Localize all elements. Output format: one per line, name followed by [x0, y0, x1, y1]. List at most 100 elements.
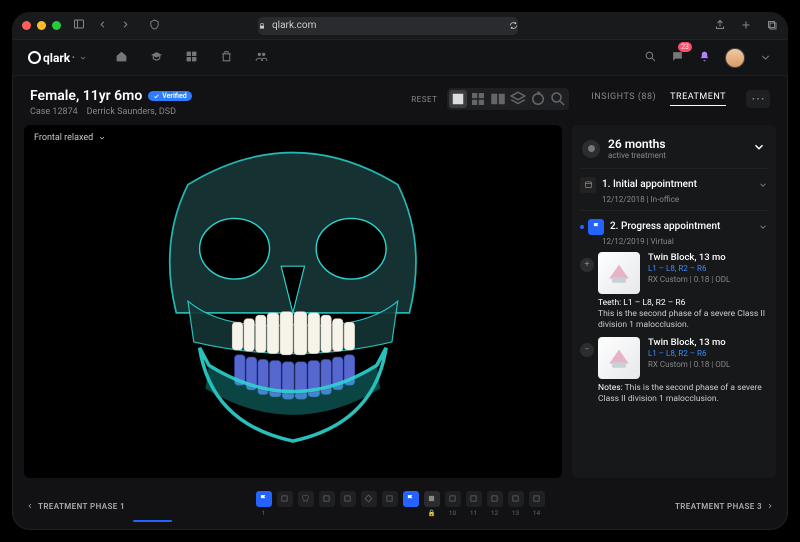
appointment-1[interactable]: 1. Initial appointment 12/12/2018 | In-o… [580, 168, 768, 210]
device-title: Twin Block, 13 mo [648, 252, 768, 263]
check-icon [153, 93, 160, 100]
tab-insights[interactable]: INSIGHTS (88) [591, 92, 656, 106]
logo-text: qlark [43, 51, 70, 65]
forward-icon[interactable] [120, 19, 131, 33]
new-tab-icon[interactable] [740, 16, 752, 35]
patient-header: Female, 11yr 6mo Verified Case 12874 Der… [12, 76, 788, 125]
trash-icon[interactable] [220, 48, 233, 67]
tl-step-icon[interactable] [340, 491, 356, 507]
appt-title: 1. Initial appointment [602, 179, 697, 190]
people-icon[interactable] [255, 48, 268, 67]
device-thumb [598, 252, 640, 294]
appointment-2[interactable]: 2. Progress appointment 12/12/2019 | Vir… [580, 210, 768, 417]
chevron-down-icon [79, 54, 87, 62]
doctor-name: Derrick Saunders, DSD [87, 107, 176, 117]
tl-step-icon[interactable] [382, 491, 398, 507]
shield-icon[interactable] [149, 19, 160, 33]
tl-step-diamond-icon[interactable] [361, 491, 377, 507]
appt-title: 2. Progress appointment [610, 221, 720, 232]
lock-icon [258, 22, 266, 30]
chevron-down-icon[interactable] [758, 175, 768, 194]
timeline-steps [256, 491, 545, 507]
device-title: Twin Block, 13 mo [648, 337, 768, 348]
url-text: qlark.com [272, 20, 316, 31]
device-range[interactable]: L1 – L8, R2 – R6 [648, 349, 768, 358]
3d-viewer[interactable]: Frontal relaxed [24, 125, 562, 478]
home-icon[interactable] [115, 48, 128, 67]
tl-step-icon[interactable] [529, 491, 545, 507]
tl-step-icon[interactable] [445, 491, 461, 507]
device-thumb [598, 337, 640, 379]
device-notes: This is the second phase of a severe Cla… [598, 383, 762, 404]
treatment-duration: 26 months [608, 137, 666, 151]
status-dot-icon [582, 140, 600, 158]
bell-icon[interactable] [698, 48, 711, 67]
verified-badge: Verified [148, 91, 191, 101]
tabs-icon[interactable] [766, 16, 778, 35]
url-bar[interactable]: qlark.com [258, 17, 518, 35]
sidebar-toggle-icon[interactable] [73, 18, 85, 33]
notes-label: Notes: [598, 383, 623, 393]
minimize-window-icon[interactable] [37, 21, 46, 30]
chat-icon[interactable] [671, 48, 684, 67]
maximize-window-icon[interactable] [52, 21, 61, 30]
tl-step-tooth-icon[interactable] [298, 491, 314, 507]
back-icon[interactable] [97, 19, 108, 33]
appt-sub: 12/12/2019 | Virtual [602, 237, 768, 246]
tl-step-current-icon[interactable] [424, 491, 440, 507]
skull-render [24, 125, 562, 478]
view-zoom-icon[interactable] [549, 90, 567, 108]
remove-icon[interactable]: − [580, 343, 594, 357]
grid-icon[interactable] [185, 48, 198, 67]
view-grid-icon[interactable] [469, 90, 487, 108]
close-window-icon[interactable] [22, 21, 31, 30]
expand-icon[interactable] [752, 139, 766, 158]
add-icon[interactable]: + [580, 258, 594, 272]
avatar[interactable] [725, 48, 745, 68]
tl-step-flag-icon[interactable] [403, 491, 419, 507]
refresh-icon[interactable] [509, 21, 518, 30]
browser-chrome: qlark.com [12, 12, 788, 40]
prev-phase-button[interactable]: TREATMENT PHASE 1 [26, 502, 125, 511]
device-card[interactable]: + Twin Block, 13 mo L1 – L8, R2 – R6 RX … [598, 252, 768, 294]
search-icon[interactable] [644, 48, 657, 67]
patient-title: Female, 11yr 6mo [30, 88, 142, 104]
view-rotate-icon[interactable] [529, 90, 547, 108]
tl-step-icon[interactable] [319, 491, 335, 507]
tl-step-icon[interactable] [508, 491, 524, 507]
app-topnav: qlark• [12, 40, 788, 76]
tl-step-icon[interactable] [487, 491, 503, 507]
device-desc: This is the second phase of a severe Cla… [598, 309, 765, 330]
logo-mark-icon [28, 51, 41, 64]
tab-treatment[interactable]: TREATMENT [670, 92, 726, 106]
device-range[interactable]: L1 – L8, R2 – R6 [648, 264, 768, 273]
tl-step-flag-icon[interactable] [256, 491, 272, 507]
chevron-down-icon[interactable] [758, 217, 768, 236]
device-meta: RX Custom | 0.18 | ODL [648, 275, 768, 284]
timeline: TREATMENT PHASE 1 1 [12, 482, 788, 530]
view-layers-icon[interactable] [509, 90, 527, 108]
tl-step-icon[interactable] [466, 491, 482, 507]
treatment-panel: 26 months active treatment 1. Initial ap… [572, 125, 776, 478]
view-mode-group [447, 88, 569, 110]
tl-step-icon[interactable] [277, 491, 293, 507]
treatment-summary[interactable]: 26 months active treatment [580, 133, 768, 168]
timeline-numbers: 1 🔒 10 11 12 13 14 [256, 509, 545, 517]
view-compare-icon[interactable] [489, 90, 507, 108]
device-card[interactable]: − Twin Block, 13 mo L1 – L8, R2 – R6 RX … [598, 337, 768, 379]
logo[interactable]: qlark• [28, 51, 87, 65]
teeth-label: Teeth: L1 – L8, R2 – R6 [598, 298, 685, 308]
education-icon[interactable] [150, 48, 163, 67]
reset-button[interactable]: RESET [411, 95, 437, 104]
next-phase-button[interactable]: TREATMENT PHASE 3 [675, 502, 774, 511]
window-controls[interactable] [22, 21, 61, 30]
share-icon[interactable] [714, 16, 726, 35]
view-single-icon[interactable] [449, 90, 467, 108]
more-button[interactable]: ⋯ [746, 90, 770, 108]
active-indicator-icon [580, 225, 584, 229]
chevron-down-icon[interactable] [759, 51, 772, 64]
timeline-progress [133, 520, 172, 522]
calendar-icon [580, 177, 596, 193]
appt-sub: 12/12/2018 | In-office [602, 195, 768, 204]
case-id: Case 12874 [30, 107, 78, 117]
